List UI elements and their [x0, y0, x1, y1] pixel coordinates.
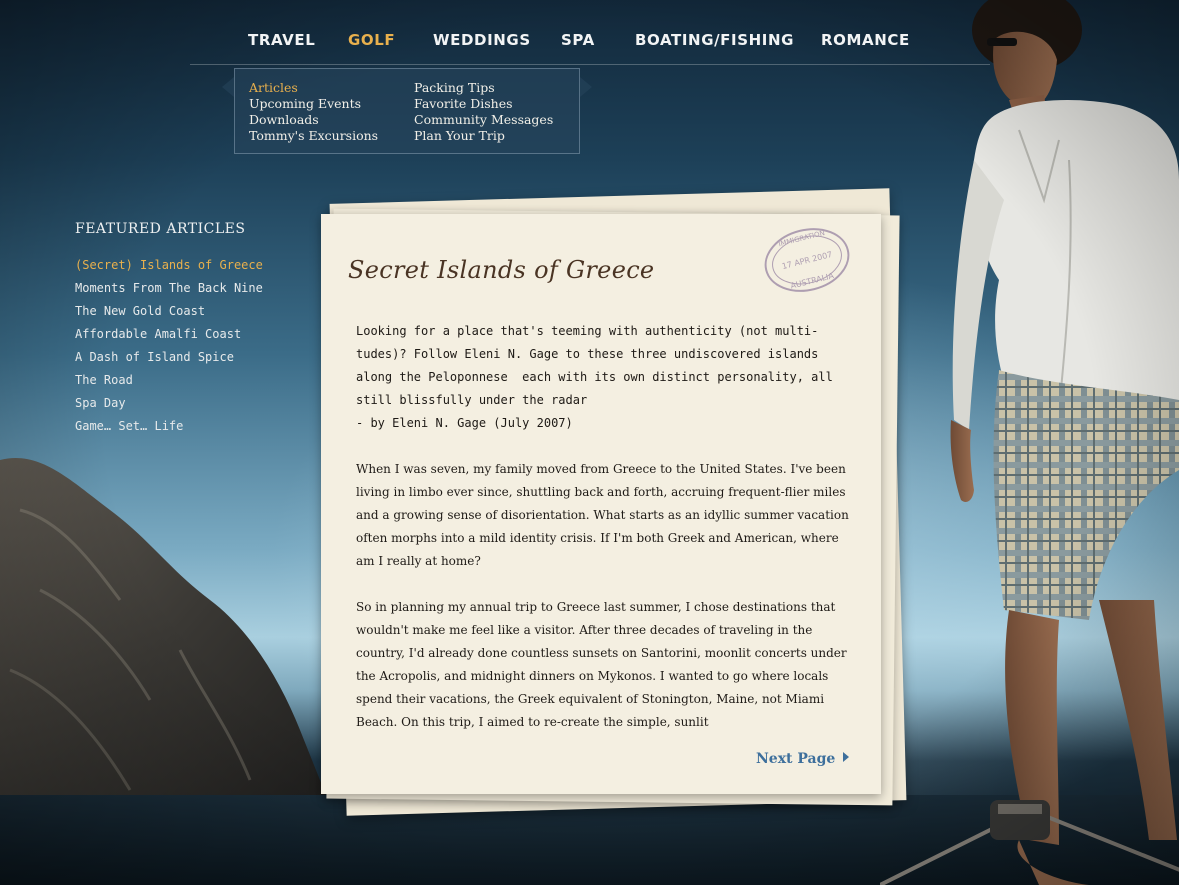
article-byline: - by Eleni N. Gage (July 2007): [356, 416, 573, 430]
stamp-top-text: IMMIGRATION: [778, 229, 826, 248]
article-paragraph: When I was seven, my family moved from G…: [356, 462, 849, 568]
intro-line: Looking for a place that's teeming with …: [356, 324, 819, 338]
intro-line: tudes)? Follow Eleni N. Gage to these th…: [356, 347, 819, 361]
article-title: Secret Islands of Greece: [348, 256, 655, 284]
intro-line: along the Peloponnese each with its own …: [356, 370, 833, 384]
submenu-downloads[interactable]: Downloads: [249, 112, 378, 128]
submenu-favorite-dishes[interactable]: Favorite Dishes: [414, 96, 553, 112]
nav-weddings[interactable]: WEDDINGS: [433, 31, 531, 49]
featured-item-island-spice[interactable]: A Dash of Island Spice: [75, 346, 315, 369]
featured-item-gold-coast[interactable]: The New Gold Coast: [75, 300, 315, 323]
stamp-date-text: 17 APR 2007: [781, 250, 833, 271]
submenu-left-arrow: [222, 77, 234, 97]
featured-item-islands-of-greece[interactable]: (Secret) Islands of Greece: [75, 254, 315, 277]
featured-item-back-nine[interactable]: Moments From The Back Nine: [75, 277, 315, 300]
submenu-articles[interactable]: Articles: [249, 80, 378, 96]
featured-heading: FEATURED ARTICLES: [75, 221, 246, 237]
article-body: When I was seven, my family moved from G…: [356, 458, 856, 757]
submenu-upcoming-events[interactable]: Upcoming Events: [249, 96, 378, 112]
submenu-column-2: Packing Tips Favorite Dishes Community M…: [414, 80, 553, 144]
submenu-right-arrow: [580, 77, 592, 97]
nav-boating-fishing[interactable]: BOATING/FISHING: [635, 31, 794, 49]
golf-submenu: Articles Upcoming Events Downloads Tommy…: [234, 68, 580, 154]
submenu-packing-tips[interactable]: Packing Tips: [414, 80, 553, 96]
nav-golf[interactable]: GOLF: [348, 31, 395, 49]
passport-stamp: IMMIGRATION 17 APR 2007 AUSTRALIA: [764, 228, 850, 292]
stamp-bottom-text: AUSTRALIA: [790, 271, 836, 291]
next-page-link[interactable]: Next Page: [756, 751, 850, 767]
main-nav: TRAVEL GOLF WEDDINGS SPA BOATING/FISHING…: [190, 22, 990, 65]
nav-spa[interactable]: SPA: [561, 31, 595, 49]
submenu-tommys-excursions[interactable]: Tommy's Excursions: [249, 128, 378, 144]
featured-item-spa-day[interactable]: Spa Day: [75, 392, 315, 415]
next-page-label: Next Page: [756, 751, 836, 767]
intro-line: still blissfully under the radar: [356, 393, 588, 407]
article-intro: Looking for a place that's teeming with …: [356, 320, 856, 435]
nav-travel[interactable]: TRAVEL: [248, 31, 315, 49]
submenu-plan-your-trip[interactable]: Plan Your Trip: [414, 128, 553, 144]
article-card: Secret Islands of Greece IMMIGRATION 17 …: [321, 214, 881, 794]
submenu-column-1: Articles Upcoming Events Downloads Tommy…: [249, 80, 378, 144]
article-paragraph: So in planning my annual trip to Greece …: [356, 600, 847, 729]
right-arrow-icon: [843, 752, 850, 762]
featured-item-the-road[interactable]: The Road: [75, 369, 315, 392]
featured-item-amalfi-coast[interactable]: Affordable Amalfi Coast: [75, 323, 315, 346]
submenu-community-messages[interactable]: Community Messages: [414, 112, 553, 128]
nav-romance[interactable]: ROMANCE: [821, 31, 910, 49]
featured-item-game-set-life[interactable]: Game… Set… Life: [75, 415, 315, 438]
featured-articles: FEATURED ARTICLES (Secret) Islands of Gr…: [75, 221, 315, 438]
